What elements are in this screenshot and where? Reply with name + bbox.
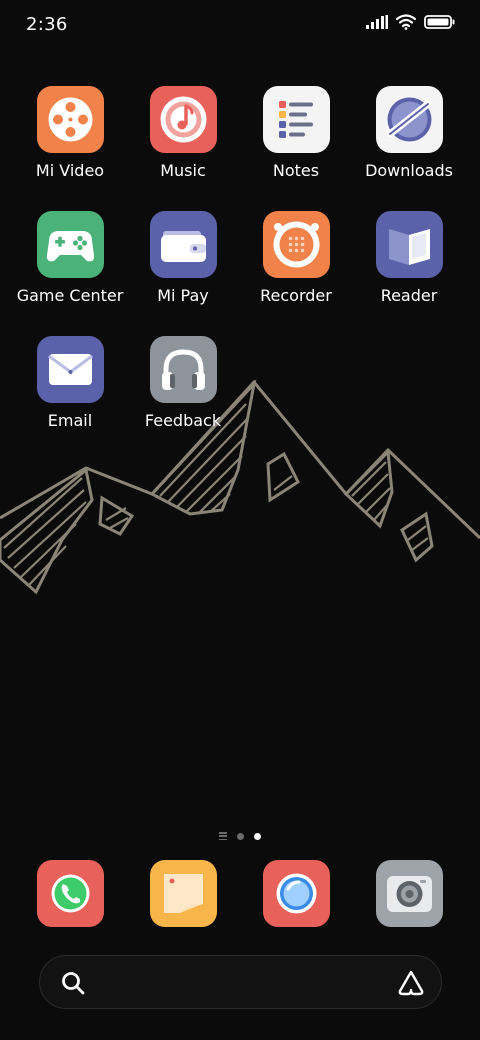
dock-browser[interactable] [263,860,330,927]
app-label: Reader [380,286,438,305]
app-mi-pay[interactable]: Mi Pay [127,211,239,305]
app-label: Notes [272,161,320,180]
notes-icon [262,86,330,153]
browser-icon [276,873,317,914]
app-label: Downloads [365,161,453,180]
phone-icon [51,874,90,913]
camera-icon [387,876,432,912]
dock-camera[interactable] [376,860,443,927]
status-time: 2:36 [26,14,68,35]
app-recorder[interactable]: Recorder [240,211,352,305]
home-screen: 2:36 Mi Video Music Notes Downloads Game… [0,0,480,1040]
app-reader[interactable]: Reader [353,211,465,305]
app-label: Game Center [16,286,124,305]
game-center-icon [36,211,104,278]
list-view-indicator[interactable] [219,832,227,840]
wifi-icon [396,14,416,30]
dock-phone[interactable] [37,860,104,927]
app-notes[interactable]: Notes [240,86,352,180]
status-bar: 2:36 [0,0,480,52]
music-icon [149,86,217,153]
downloads-icon [375,86,443,153]
app-label: Email [47,411,93,430]
app-label: Music [160,161,206,180]
app-game-center[interactable]: Game Center [14,211,126,305]
dock-messages[interactable] [150,860,217,927]
mi-video-icon [36,86,104,153]
headphones-icon [149,336,217,403]
recorder-icon [262,211,330,278]
page-dot-active[interactable] [254,832,261,840]
app-label: Recorder [260,286,332,305]
search-icon[interactable] [60,970,86,996]
app-email[interactable]: Email [14,336,126,430]
app-label: Mi Video [35,161,105,180]
app-feedback[interactable]: Feedback [127,336,239,430]
app-label: Feedback [144,411,222,430]
app-downloads[interactable]: Downloads [353,86,465,180]
reader-icon [375,211,443,278]
app-music[interactable]: Music [127,86,239,180]
search-bar[interactable] [39,955,442,1009]
signal-icon [366,15,388,29]
wallet-icon [149,211,217,278]
page-indicator[interactable] [0,829,480,843]
app-mi-video[interactable]: Mi Video [14,86,126,180]
messages-icon [164,874,203,913]
status-icons [366,14,456,30]
battery-icon [424,15,455,29]
assistant-icon[interactable] [397,969,425,997]
page-dot[interactable] [237,832,244,840]
app-label: Mi Pay [157,286,209,305]
email-icon [36,336,104,403]
